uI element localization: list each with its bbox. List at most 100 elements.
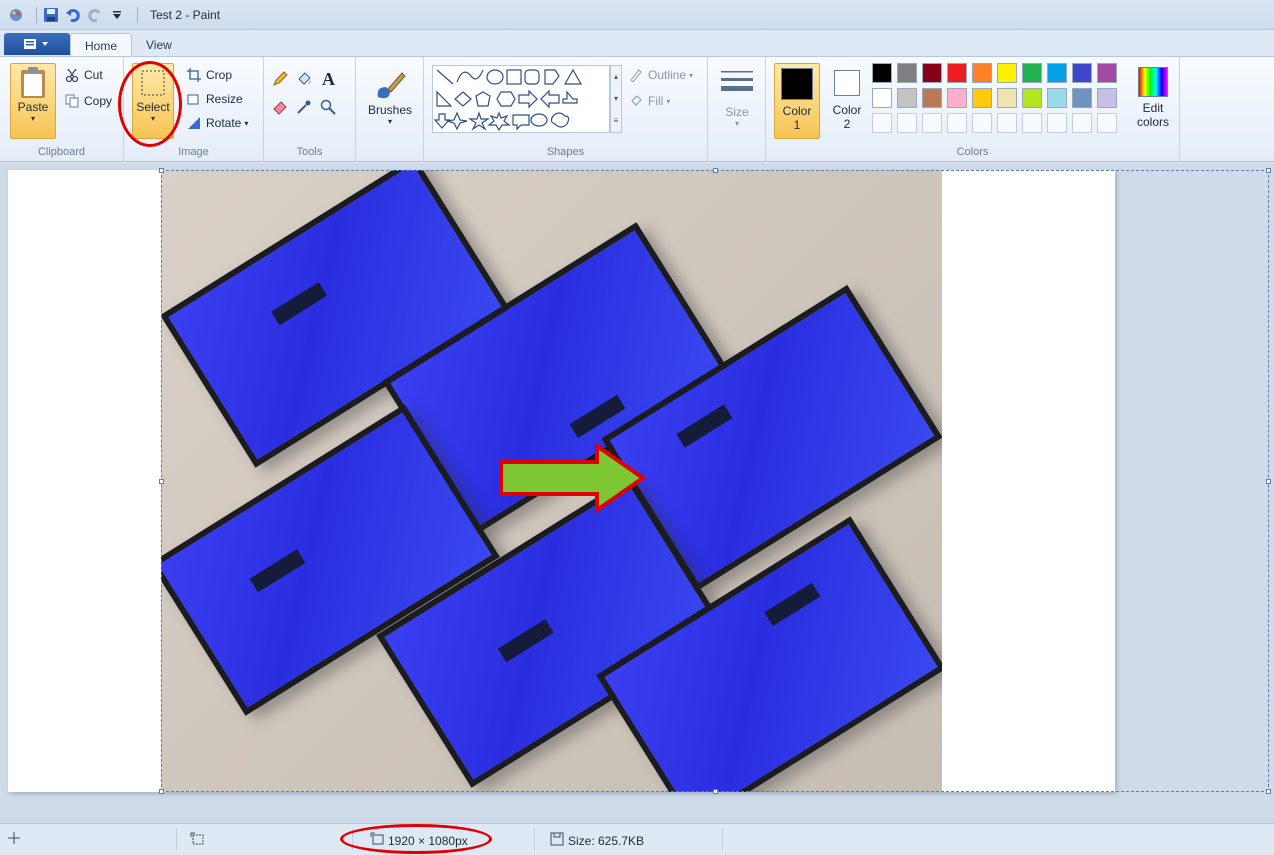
custom-color-slot[interactable] xyxy=(1097,113,1117,133)
custom-color-slot[interactable] xyxy=(922,113,942,133)
palette-swatch[interactable] xyxy=(1097,63,1117,83)
brush-icon xyxy=(377,72,406,99)
custom-color-slot[interactable] xyxy=(872,113,892,133)
image-group-label: Image xyxy=(178,146,209,158)
pasted-image[interactable] xyxy=(161,170,942,792)
resize-button[interactable]: Resize xyxy=(186,91,243,107)
shapes-group: ▴ ▾ ≡ Outline ▾ Fill ▾ Shapes xyxy=(424,57,708,161)
custom-color-slot[interactable] xyxy=(1022,113,1042,133)
palette-swatch[interactable] xyxy=(897,63,917,83)
save-icon[interactable] xyxy=(43,7,59,23)
title-bar: Test 2 - Paint xyxy=(0,0,1274,30)
paint-menu-button[interactable] xyxy=(4,33,70,55)
custom-color-slot[interactable] xyxy=(1072,113,1092,133)
quick-access-dropdown-icon[interactable] xyxy=(109,7,125,23)
resize-handle[interactable] xyxy=(1266,789,1271,794)
fill-tool[interactable] xyxy=(296,71,316,87)
magnifier-tool[interactable] xyxy=(320,99,340,115)
brushes-button[interactable]: Brushes ▾ xyxy=(364,63,416,139)
tab-view[interactable]: View xyxy=(132,33,186,57)
pencil-tool[interactable] xyxy=(272,71,292,87)
custom-color-slot[interactable] xyxy=(947,113,967,133)
eraser-tool[interactable] xyxy=(272,99,292,115)
palette-swatch[interactable] xyxy=(1072,88,1092,108)
ribbon: Paste ▾ Cut Copy Clipboard Select ▾ Crop… xyxy=(0,56,1274,162)
brushes-group: Brushes ▾ xyxy=(356,57,424,161)
shapes-scroll[interactable]: ▴ ▾ ≡ xyxy=(610,65,622,133)
palette-swatch[interactable] xyxy=(997,88,1017,108)
shapes-gallery-icons xyxy=(433,68,583,132)
colors-group-label: Colors xyxy=(956,146,989,158)
palette-swatch[interactable] xyxy=(972,88,992,108)
scroll-more-icon: ≡ xyxy=(613,116,619,125)
undo-icon[interactable] xyxy=(65,7,81,23)
scissors-icon xyxy=(64,67,80,83)
resize-handle[interactable] xyxy=(1266,479,1271,484)
outline-button[interactable]: Outline ▾ xyxy=(628,67,693,83)
paste-button[interactable]: Paste ▾ xyxy=(10,63,56,139)
color2-label-line2: 2 xyxy=(843,117,851,131)
palette-swatch[interactable] xyxy=(947,88,967,108)
rotate-button[interactable]: Rotate ▾ xyxy=(186,115,248,131)
rotate-dropdown-icon: ▾ xyxy=(244,118,249,128)
fill-button[interactable]: Fill ▾ xyxy=(628,93,670,109)
palette-swatch[interactable] xyxy=(1047,63,1067,83)
fill-bucket-icon xyxy=(628,93,644,109)
crop-button[interactable]: Crop xyxy=(186,67,232,83)
size-label: Size xyxy=(725,105,749,119)
color2-swatch xyxy=(834,70,860,96)
copy-icon xyxy=(64,93,80,109)
paste-label: Paste xyxy=(17,100,49,114)
status-separator xyxy=(534,828,535,850)
palette-swatch[interactable] xyxy=(1072,63,1092,83)
size-button[interactable]: Size ▾ xyxy=(714,63,760,139)
clipboard-icon xyxy=(21,67,45,98)
magnifier-icon xyxy=(320,99,336,115)
palette-swatch[interactable] xyxy=(922,63,942,83)
annotation-circle-select xyxy=(118,61,182,147)
rotate-icon xyxy=(186,115,202,131)
palette-swatch[interactable] xyxy=(1022,63,1042,83)
fill-dropdown-icon: ▾ xyxy=(666,96,671,106)
color1-swatch xyxy=(781,68,813,100)
color1-button[interactable]: Color 1 xyxy=(774,63,820,139)
palette-swatch[interactable] xyxy=(897,88,917,108)
custom-color-slot[interactable] xyxy=(1047,113,1067,133)
brushes-dropdown-icon: ▾ xyxy=(387,117,392,126)
paint-app-icon[interactable] xyxy=(8,7,24,23)
scroll-down-icon: ▾ xyxy=(613,94,618,103)
custom-color-slot[interactable] xyxy=(997,113,1017,133)
palette-swatch[interactable] xyxy=(972,63,992,83)
cut-button[interactable]: Cut xyxy=(64,67,103,83)
custom-color-slot[interactable] xyxy=(897,113,917,133)
tv-label xyxy=(676,404,733,448)
color2-button[interactable]: Color 2 xyxy=(824,63,870,139)
file-size-text: Size: 625.7KB xyxy=(568,833,645,848)
crop-icon xyxy=(186,67,202,83)
line-size-icon xyxy=(721,71,753,91)
palette-swatch[interactable] xyxy=(1022,88,1042,108)
tools-group: A Tools xyxy=(264,57,356,161)
copy-button[interactable]: Copy xyxy=(64,93,112,109)
annotation-circle-dimensions xyxy=(340,824,492,854)
palette-swatch[interactable] xyxy=(872,63,892,83)
edit-colors-button[interactable]: Edit colors xyxy=(1130,63,1176,139)
color-picker-tool[interactable] xyxy=(296,99,316,115)
shapes-gallery[interactable] xyxy=(432,65,610,133)
palette-swatch[interactable] xyxy=(922,88,942,108)
palette-swatch[interactable] xyxy=(997,63,1017,83)
resize-handle[interactable] xyxy=(1266,168,1271,173)
file-size: Size: 625.7KB xyxy=(550,832,644,849)
text-tool[interactable]: A xyxy=(322,69,335,90)
canvas-area[interactable] xyxy=(0,163,1274,823)
palette-swatch[interactable] xyxy=(1097,88,1117,108)
palette-swatch[interactable] xyxy=(872,88,892,108)
redo-icon[interactable] xyxy=(87,7,103,23)
color1-label-line1: Color xyxy=(782,104,812,118)
tab-home[interactable]: Home xyxy=(70,33,133,57)
palette-swatch[interactable] xyxy=(947,63,967,83)
custom-color-slot[interactable] xyxy=(972,113,992,133)
selection-size xyxy=(190,832,204,849)
palette-swatch[interactable] xyxy=(1047,88,1067,108)
rotate-label: Rotate xyxy=(206,116,242,130)
